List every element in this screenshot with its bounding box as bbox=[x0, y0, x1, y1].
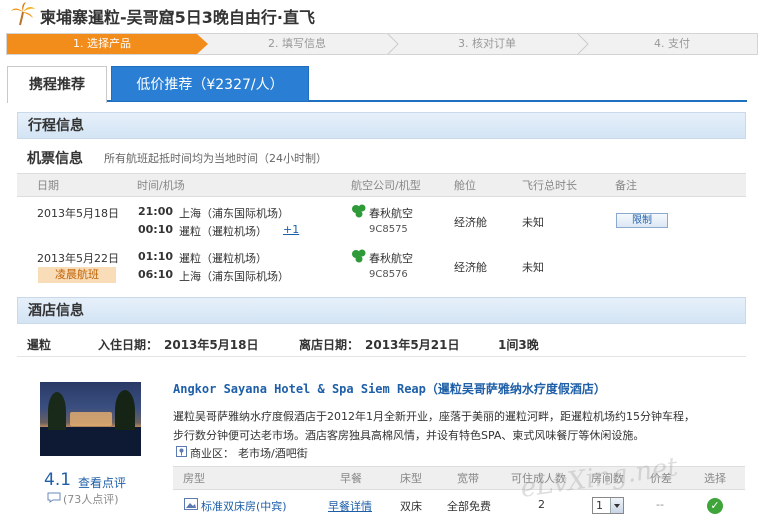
hotel-score: 4.1 bbox=[44, 470, 72, 490]
room-photo-icon[interactable] bbox=[184, 498, 198, 510]
col-airline: 航空公司/机型 bbox=[351, 179, 421, 192]
step-arrow-icon bbox=[197, 34, 208, 54]
col-room-type: 房型 bbox=[183, 472, 205, 485]
return-arr-airport: 上海（浦东国际机场） bbox=[179, 270, 289, 283]
tab-low-price[interactable]: 低价推荐（¥2327/人） bbox=[111, 66, 309, 102]
return-arr-time: 06:10 bbox=[138, 268, 174, 281]
step-pay: 4. 支付 bbox=[654, 37, 690, 50]
recommend-tabs: 携程推荐 低价推荐（¥2327/人） bbox=[7, 66, 747, 103]
return-airline: 春秋航空 bbox=[369, 252, 413, 265]
early-morning-badge: 凌晨航班 bbox=[38, 267, 116, 283]
flight-table-header: 日期 时间/机场 航空公司/机型 舱位 飞行总时长 备注 bbox=[17, 173, 746, 197]
step-arrow-icon bbox=[387, 34, 399, 54]
step-select-product: 1. 选择产品 bbox=[7, 34, 197, 54]
tab-recommend[interactable]: 携程推荐 bbox=[7, 66, 107, 103]
itinerary-section-title: 行程信息 bbox=[17, 112, 746, 139]
rooms-nights: 1间3晚 bbox=[498, 338, 539, 352]
hotel-desc-line2: 步行数分钟便可达老市场。酒店客房独具高棉风情，并设有特色SPA、柬式风味餐厅等休… bbox=[173, 429, 645, 442]
page-title: 柬埔寨暹粒-吴哥窟5日3晚自由行·直飞 bbox=[40, 8, 315, 27]
room-count-value: 1 bbox=[596, 499, 603, 512]
hotel-city: 暹粒 bbox=[27, 338, 52, 352]
hotel-description: 暹粒吴哥萨雅纳水疗度假酒店于2012年1月全新开业，座落于美丽的暹粒河畔，距暹粒… bbox=[173, 407, 743, 445]
return-dep-time: 01:10 bbox=[138, 250, 174, 263]
area-label: 商业区： bbox=[190, 447, 234, 460]
col-date: 日期 bbox=[37, 179, 59, 192]
outbound-date: 2013年5月18日 bbox=[37, 207, 119, 220]
col-time-airport: 时间/机场 bbox=[137, 179, 185, 192]
return-duration: 未知 bbox=[522, 261, 544, 274]
hotel-name-link[interactable]: Angkor Sayana Hotel & Spa Siem Reap（暹粒吴哥… bbox=[173, 380, 606, 397]
col-remark: 备注 bbox=[615, 179, 637, 192]
bed-type: 双床 bbox=[400, 500, 422, 513]
outbound-duration: 未知 bbox=[522, 216, 544, 229]
restriction-button[interactable]: 限制 bbox=[616, 213, 668, 228]
return-dep-airport: 暹粒（暹粒机场） bbox=[179, 252, 267, 265]
plus-day-link[interactable]: +1 bbox=[283, 223, 299, 236]
hotel-desc-line1: 暹粒吴哥萨雅纳水疗度假酒店于2012年1月全新开业，座落于美丽的暹粒河畔，距暹粒… bbox=[173, 410, 695, 423]
header: 柬埔寨暹粒-吴哥窟5日3晚自由行·直飞 bbox=[0, 0, 760, 30]
return-cabin: 经济舱 bbox=[454, 261, 487, 274]
return-flight-no: 9C8576 bbox=[369, 269, 408, 280]
flight-info-title: 机票信息 bbox=[27, 151, 83, 167]
step-arrow-icon bbox=[577, 34, 589, 54]
outbound-dep-time: 21:00 bbox=[138, 205, 174, 218]
step-fill-info: 2. 填写信息 bbox=[268, 37, 326, 50]
col-breakfast: 早餐 bbox=[340, 472, 362, 485]
breakfast-details-link[interactable]: 早餐详情 bbox=[328, 498, 372, 514]
outbound-arr-time: 00:10 bbox=[138, 223, 174, 236]
spring-airlines-icon bbox=[352, 204, 366, 218]
divider bbox=[17, 356, 746, 357]
col-duration: 飞行总时长 bbox=[522, 179, 577, 192]
flight-time-note: 所有航班起抵时间均为当地时间（24小时制） bbox=[104, 152, 327, 165]
return-date: 2013年5月22日 bbox=[37, 252, 119, 265]
col-select: 选择 bbox=[704, 472, 726, 485]
col-internet: 宽带 bbox=[457, 472, 479, 485]
col-cabin: 舱位 bbox=[454, 179, 476, 192]
hotel-section-title: 酒店信息 bbox=[17, 297, 746, 324]
checkout-label: 离店日期： bbox=[299, 338, 360, 352]
price-diff: -- bbox=[656, 498, 664, 511]
checkin-date: 2013年5月18日 bbox=[164, 338, 259, 352]
checkout-date: 2013年5月21日 bbox=[365, 338, 460, 352]
room-type-link[interactable]: 标准双床房(中宾) bbox=[201, 498, 287, 514]
palm-tree-logo-icon bbox=[11, 2, 35, 26]
internet-type: 全部免费 bbox=[447, 500, 491, 513]
area-value: 老市场/酒吧街 bbox=[238, 447, 308, 460]
hotel-photo[interactable] bbox=[40, 382, 141, 456]
outbound-arr-airport: 暹粒（暹粒机场） bbox=[179, 225, 267, 238]
selected-check-icon[interactable]: ✓ bbox=[707, 498, 723, 514]
outbound-dep-airport: 上海（浦东国际机场） bbox=[179, 207, 289, 220]
view-reviews-link[interactable]: 查看点评 bbox=[78, 474, 126, 491]
map-pin-icon bbox=[176, 446, 187, 457]
outbound-flight-no: 9C8575 bbox=[369, 224, 408, 235]
spring-airlines-icon bbox=[352, 249, 366, 263]
outbound-airline: 春秋航空 bbox=[369, 207, 413, 220]
progress-steps: 1. 选择产品 2. 填写信息 3. 核对订单 4. 支付 bbox=[6, 33, 758, 55]
col-bed: 床型 bbox=[400, 472, 422, 485]
step-check-order: 3. 核对订单 bbox=[458, 37, 516, 50]
room-count-select[interactable]: 1 bbox=[592, 497, 624, 514]
checkin-label: 入住日期： bbox=[98, 338, 159, 352]
outbound-cabin: 经济舱 bbox=[454, 216, 487, 229]
chevron-down-icon bbox=[610, 498, 623, 513]
review-count: (73人点评) bbox=[63, 493, 119, 506]
comment-icon bbox=[47, 492, 61, 503]
